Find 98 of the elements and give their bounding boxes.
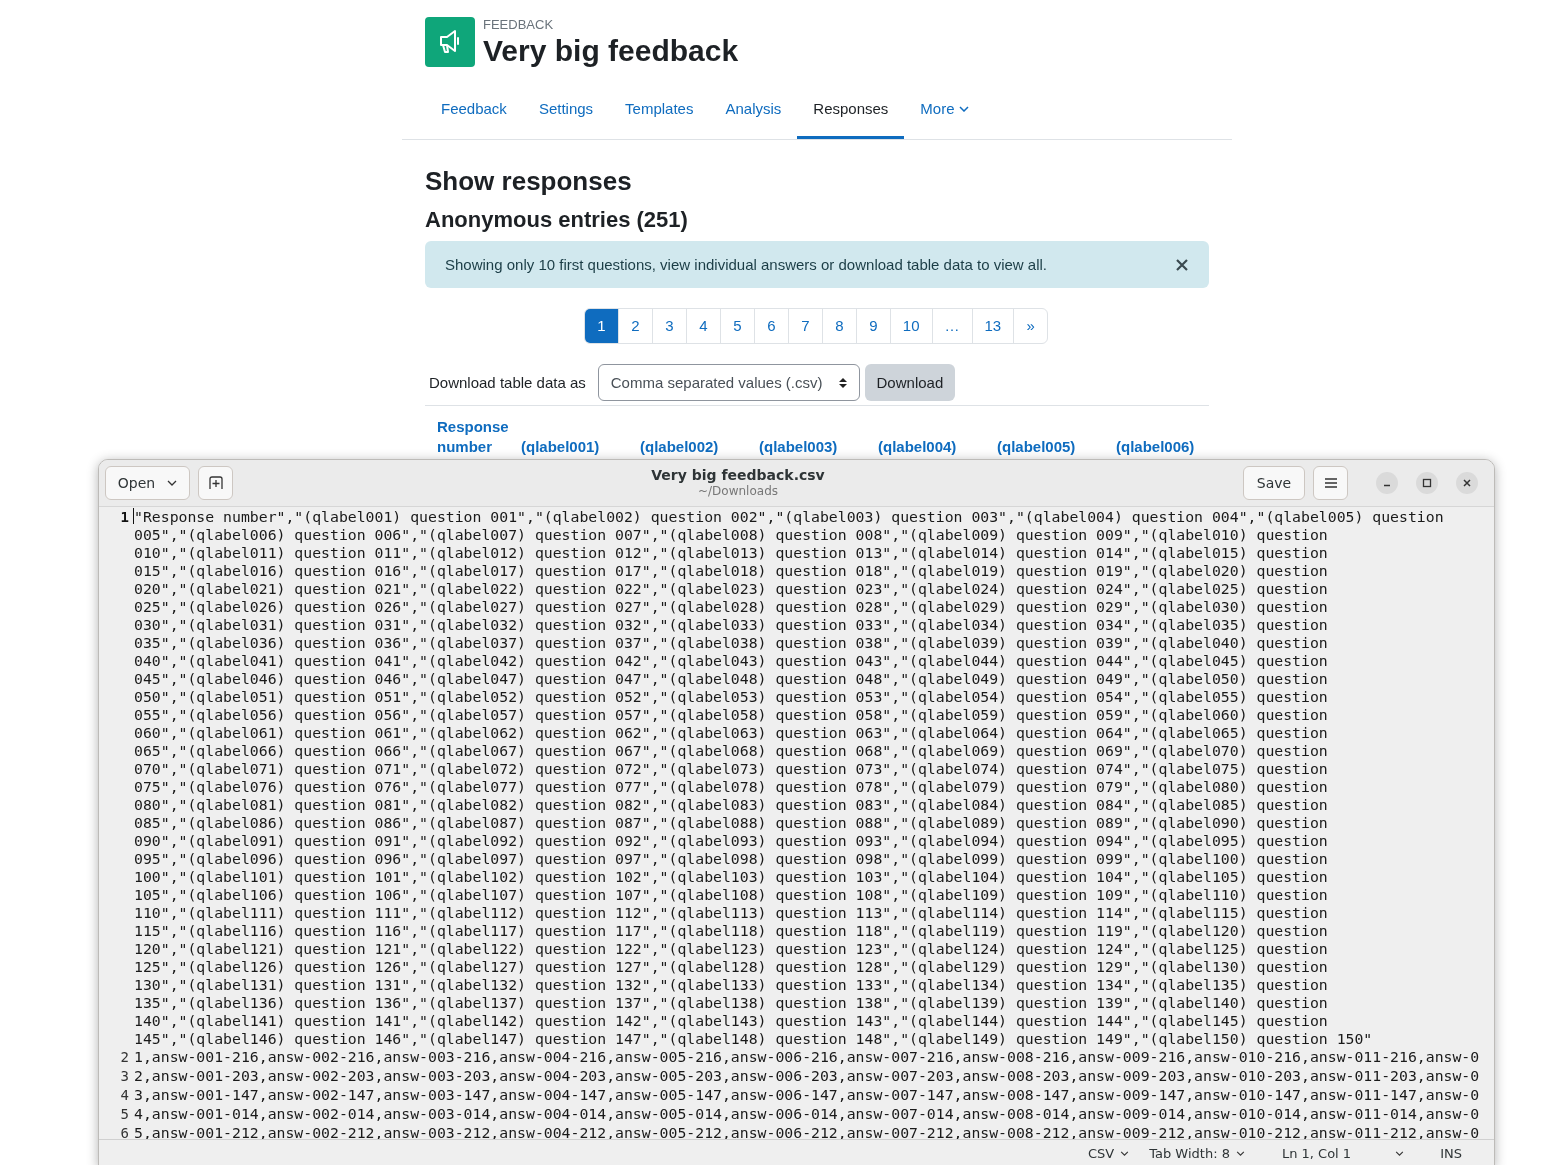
sort-arrows-icon [838, 376, 847, 389]
close-icon [1462, 478, 1472, 488]
nav-tab[interactable]: More [904, 79, 985, 139]
download-label: Download table data as [429, 374, 586, 391]
save-button[interactable]: Save [1243, 466, 1305, 500]
code-line: 040","(qlabel041) question 041","(qlabel042) question 042","(qlabel043) question 043","(qlabel044) question 044","(qlabel045) question [134, 652, 1328, 669]
module-label: FEEDBACK [483, 17, 555, 32]
code-line: 060","(qlabel061) question 061","(qlabel062) question 062","(qlabel063) question 063","(qlabel064) question 064","(qlabel065) question [134, 724, 1328, 741]
code-line: 050","(qlabel051) question 051","(qlabel052) question 052","(qlabel053) question 053","(qlabel054) question 054","(qlabel055) question [134, 688, 1328, 705]
code-line: 105","(qlabel106) question 106","(qlabel107) question 107","(qlabel108) question 108","(qlabel109) question 109","(qlabel110) question [134, 886, 1328, 903]
page-link[interactable]: 10 [889, 309, 932, 343]
new-tab-icon [208, 476, 223, 490]
column-header[interactable]: (qlabel002) [640, 437, 759, 457]
code-line: 020","(qlabel021) question 021","(qlabel022) question 022","(qlabel023) question 023","(qlabel024) question 024","(qlabel025) question [134, 580, 1328, 597]
menu-button[interactable] [1313, 466, 1348, 500]
nav-tab[interactable]: Settings [522, 79, 610, 139]
column-header[interactable]: Response number [425, 417, 521, 457]
page-link[interactable]: 3 [651, 309, 686, 343]
column-header[interactable]: (qlabel001) [521, 437, 640, 457]
close-icon[interactable] [1176, 258, 1188, 271]
new-tab-button[interactable] [198, 466, 233, 500]
column-header[interactable]: (qlabel003) [759, 437, 878, 457]
code-line: 125","(qlabel126) question 126","(qlabel127) question 127","(qlabel128) question 128","(qlabel129) question 129","(qlabel130) question [134, 958, 1328, 975]
line-number: 1 [120, 509, 129, 525]
close-button[interactable] [1456, 472, 1478, 494]
maximize-icon [1422, 478, 1432, 488]
code-line: 4,answ-001-014,answ-002-014,answ-003-014,answ-004-014,answ-005-014,answ-006-014,answ-007-014,answ-008-014,answ-009-014,answ-010-014,answ-011-014,answ-0 [134, 1105, 1480, 1122]
line-number: 5 [120, 1106, 129, 1122]
chevron-icon [1235, 1150, 1245, 1156]
chevron-icon [1120, 1150, 1130, 1156]
code-line: 120","(qlabel121) question 121","(qlabel122) question 122","(qlabel123) question 123","(qlabel124) question 124","(qlabel125) question [134, 940, 1328, 957]
page-link[interactable]: … [931, 309, 972, 343]
page-link[interactable]: 7 [787, 309, 822, 343]
maximize-button[interactable] [1416, 472, 1438, 494]
entries-heading: Anonymous entries (251) [425, 206, 689, 234]
line-number: 2 [120, 1049, 129, 1065]
code-line: 115","(qlabel116) question 116","(qlabel117) question 117","(qlabel118) question 118","(qlabel119) question 119","(qlabel120) question [134, 922, 1328, 939]
code-line: 045","(qlabel046) question 046","(qlabel047) question 047","(qlabel048) question 048","(qlabel049) question 049","(qlabel050) question [134, 670, 1328, 687]
tab-width-selector[interactable]: Tab Width: 8 [1149, 1145, 1245, 1161]
page-link[interactable]: 13 [971, 309, 1014, 343]
code-line: 070","(qlabel071) question 071","(qlabel072) question 072","(qlabel073) question 073","(qlabel074) question 074","(qlabel075) question [134, 760, 1328, 777]
insert-mode: INS [1440, 1145, 1462, 1161]
code-line: 035","(qlabel036) question 036","(qlabel037) question 037","(qlabel038) question 038","(qlabel039) question 039","(qlabel040) question [134, 634, 1328, 651]
code-line: 110","(qlabel111) question 111","(qlabel112) question 112","(qlabel113) question 113","(qlabel114) question 114","(qlabel115) question [134, 904, 1328, 921]
window-title: Very big feedback.csv [650, 467, 826, 484]
column-header[interactable]: (qlabel006) [1116, 437, 1235, 457]
line-number: 3 [120, 1068, 129, 1084]
code-line: 075","(qlabel076) question 076","(qlabel077) question 077","(qlabel078) question 078","(qlabel079) question 079","(qlabel080) question [134, 778, 1328, 795]
page-link[interactable]: 2 [617, 309, 652, 343]
cursor-position[interactable]: Ln 1, Col 1 [1281, 1145, 1405, 1161]
code-line: 100","(qlabel101) question 101","(qlabel102) question 102","(qlabel103) question 103","(qlabel104) question 104","(qlabel105) question [134, 868, 1328, 885]
caret-icon [958, 106, 969, 112]
code-line: 095","(qlabel096) question 096","(qlabel097) question 097","(qlabel098) question 098","(qlabel099) question 099","(qlabel100) question [134, 850, 1328, 867]
nav-tab[interactable]: Feedback [425, 79, 523, 139]
code-line: 130","(qlabel131) question 131","(qlabel132) question 132","(qlabel133) question 133","(qlabel134) question 134","(qlabel135) question [134, 976, 1328, 993]
download-button[interactable]: Download [864, 364, 956, 401]
code-line: 080","(qlabel081) question 081","(qlabel082) question 082","(qlabel083) question 083","(qlabel084) question 084","(qlabel085) question [134, 796, 1328, 813]
file-path: ~/Downloads [697, 484, 779, 499]
column-header[interactable]: (qlabel005) [997, 437, 1116, 457]
language-selector[interactable]: CSV [1088, 1145, 1130, 1161]
code-line: 1,answ-001-216,answ-002-216,answ-003-216,answ-004-216,answ-005-216,answ-006-216,answ-007-216,answ-008-216,answ-009-216,answ-010-216,answ-011-216,answ-0 [134, 1048, 1480, 1065]
chevron-icon [167, 480, 178, 486]
code-line: 090","(qlabel091) question 091","(qlabel092) question 092","(qlabel093) question 093","(qlabel094) question 094","(qlabel095) question [134, 832, 1328, 849]
section-heading: Show responses [425, 165, 633, 197]
menu-icon [1324, 478, 1337, 488]
line-number: 4 [120, 1087, 129, 1103]
page-link[interactable]: 9 [855, 309, 890, 343]
column-header[interactable]: (qlabel004) [878, 437, 997, 457]
nav-tab[interactable]: Analysis [709, 79, 798, 139]
code-line: "Response number","(qlabel001) question 001","(qlabel002) question 002","(qlabel003) question 003","(qlabel004) question 004","(qlabel005) question [134, 508, 1444, 525]
chevron-icon [1395, 1150, 1405, 1156]
code-line: 2,answ-001-203,answ-002-203,answ-003-203,answ-004-203,answ-005-203,answ-006-203,answ-007-203,answ-008-203,answ-009-203,answ-010-203,answ-011-203,answ-0 [134, 1067, 1480, 1084]
page-link[interactable]: 5 [719, 309, 754, 343]
line-number: 6 [120, 1125, 129, 1139]
nav-tab[interactable]: Templates [609, 79, 710, 139]
format-select[interactable]: Comma separated values (.csv) [597, 364, 860, 401]
nav-tab[interactable]: Responses [797, 79, 905, 139]
page-link[interactable]: » [1013, 309, 1048, 343]
code-line: 030","(qlabel031) question 031","(qlabel032) question 032","(qlabel033) question 033","(qlabel034) question 034","(qlabel035) question [134, 616, 1328, 633]
alert-message: Showing only 10 first questions, view individual answers or download table data to view all. [445, 256, 1047, 273]
code-line: 145","(qlabel146) question 146","(qlabel147) question 147","(qlabel148) question 148","(qlabel149) question 149","(qlabel150) question 150" [134, 1030, 1373, 1047]
code-line: 055","(qlabel056) question 056","(qlabel057) question 057","(qlabel058) question 058","(qlabel059) question 059","(qlabel060) question [134, 706, 1328, 723]
code-line: 010","(qlabel011) question 011","(qlabel012) question 012","(qlabel013) question 013","(qlabel014) question 014","(qlabel015) question [134, 544, 1328, 561]
page-link[interactable]: 6 [753, 309, 788, 343]
code-line: 085","(qlabel086) question 086","(qlabel087) question 087","(qlabel088) question 088","(qlabel089) question 089","(qlabel090) question [134, 814, 1328, 831]
page-link[interactable]: 1 [584, 309, 618, 343]
code-line: 025","(qlabel026) question 026","(qlabel027) question 027","(qlabel028) question 028","(qlabel029) question 029","(qlabel030) question [134, 598, 1328, 615]
code-line: 135","(qlabel136) question 136","(qlabel137) question 137","(qlabel138) question 138","(qlabel139) question 139","(qlabel140) question [134, 994, 1328, 1011]
page-title: Very big feedback [483, 33, 739, 69]
page-link[interactable]: 4 [685, 309, 720, 343]
code-line: 3,answ-001-147,answ-002-147,answ-003-147,answ-004-147,answ-005-147,answ-006-147,answ-007-147,answ-008-147,answ-009-147,answ-010-147,answ-011-147,answ-0 [134, 1086, 1480, 1103]
page-link[interactable]: 8 [821, 309, 856, 343]
open-button[interactable]: Open [105, 466, 190, 500]
code-line: 065","(qlabel066) question 066","(qlabel067) question 067","(qlabel068) question 068","(qlabel069) question 069","(qlabel070) question [134, 742, 1328, 759]
code-line: 140","(qlabel141) question 141","(qlabel142) question 142","(qlabel143) question 143","(qlabel144) question 144","(qlabel145) question [134, 1012, 1328, 1029]
megaphone-icon [425, 17, 475, 67]
code-line: 015","(qlabel016) question 016","(qlabel017) question 017","(qlabel018) question 018","(qlabel019) question 019","(qlabel020) question [134, 562, 1328, 579]
code-line: 005","(qlabel006) question 006","(qlabel007) question 007","(qlabel008) question 008","(qlabel009) question 009","(qlabel010) question [134, 526, 1328, 543]
